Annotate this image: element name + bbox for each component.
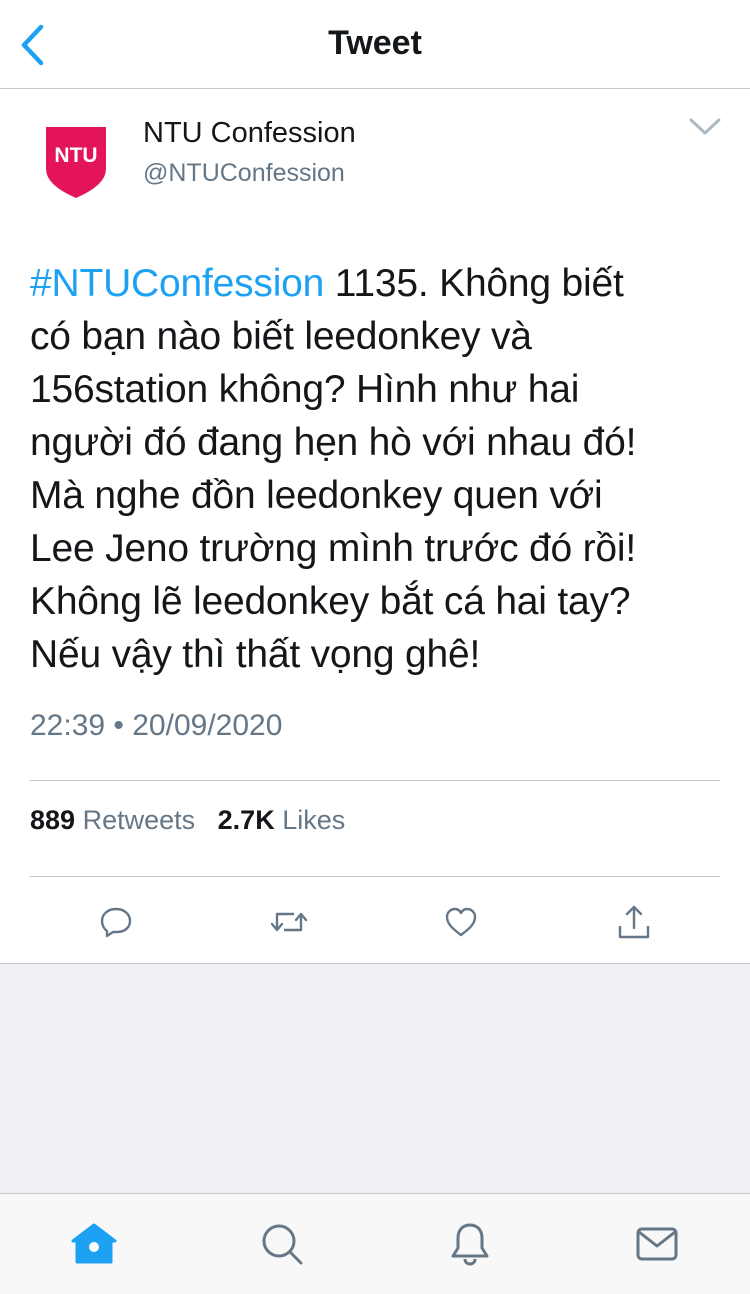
tweet-text: #NTUConfession 1135. Không biết có bạn n… [30, 257, 730, 681]
divider [30, 780, 720, 781]
tweet-text-line: Lee Jeno trường mình trước đó rồi! [30, 527, 637, 570]
page-title: Tweet [328, 24, 422, 62]
share-button[interactable] [609, 897, 659, 947]
tweet-text-line: 156station không? Hình như hai [30, 368, 580, 411]
home-icon [71, 1223, 117, 1264]
tab-bar [0, 1193, 750, 1294]
tweet-text-line: Mà nghe đồn leedonkey quen với [30, 474, 603, 517]
avatar[interactable]: NTU [40, 123, 112, 201]
notifications-icon [451, 1223, 489, 1266]
search-icon [262, 1224, 303, 1265]
likes-label: Likes [282, 805, 346, 835]
author-handle[interactable]: @NTUConfession [143, 159, 345, 188]
hashtag-link[interactable]: #NTUConfession [30, 262, 324, 305]
share-icon [618, 905, 650, 939]
more-options-button[interactable] [688, 115, 722, 139]
tab-messages[interactable] [627, 1218, 687, 1270]
like-button[interactable] [436, 897, 486, 947]
author-name[interactable]: NTU Confession [143, 117, 356, 150]
messages-icon [636, 1227, 678, 1261]
tweet-timestamp: 22:39 • 20/09/2020 [30, 709, 283, 742]
reply-icon [100, 907, 132, 938]
chevron-down-icon [689, 118, 721, 135]
likes-count: 2.7K [217, 805, 275, 835]
tab-search[interactable] [252, 1218, 312, 1270]
tweet-text-line: Không lẽ leedonkey bắt cá hai tay? [30, 580, 631, 623]
retweet-button[interactable] [264, 897, 314, 947]
tweet-text-line: #NTUConfession 1135. Không biết [30, 262, 624, 305]
likes-stat[interactable]: 2.7K Likes [218, 805, 346, 835]
navigation-bar: Tweet [0, 0, 750, 89]
tab-notifications[interactable] [440, 1218, 500, 1270]
tweet-stats: 889 Retweets 2.7K Likes [30, 805, 345, 836]
like-icon [445, 907, 477, 937]
tweet-actions [0, 897, 750, 947]
tab-home[interactable] [64, 1218, 124, 1270]
avatar-text: NTU [54, 144, 97, 167]
tweet-detail: NTU NTU Confession @NTUConfession #NTUCo… [0, 89, 750, 964]
tweet-text-line: Nếu vậy thì thất vọng ghê! [30, 633, 481, 676]
retweet-icon [270, 912, 308, 932]
tweet-text-line: có bạn nào biết leedonkey và [30, 315, 532, 358]
empty-area [0, 964, 750, 1193]
retweets-label: Retweets [82, 805, 196, 835]
divider [30, 876, 720, 877]
tweet-text-line: người đó đang hẹn hò với nhau đó! [30, 421, 637, 464]
reply-button[interactable] [91, 897, 141, 947]
retweets-stat[interactable]: 889 Retweets [30, 805, 195, 835]
retweets-count: 889 [30, 805, 76, 835]
